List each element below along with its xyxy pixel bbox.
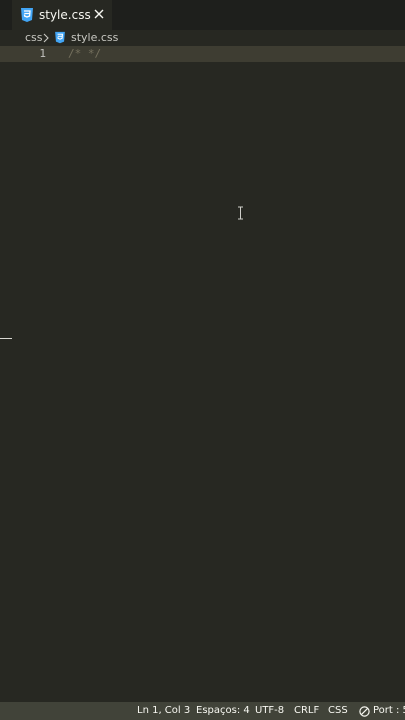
css3-icon	[21, 8, 33, 22]
tab-bar: style.css	[0, 0, 405, 30]
text-cursor-icon	[238, 206, 243, 220]
status-cursor-position[interactable]: Ln 1, Col 3	[137, 702, 190, 720]
status-port[interactable]: Port : 5	[359, 702, 405, 720]
tab-style-css[interactable]: style.css	[12, 0, 112, 30]
tab-label: style.css	[39, 8, 91, 22]
status-language[interactable]: CSS	[328, 702, 348, 720]
status-indentation[interactable]: Espaços: 4	[196, 702, 250, 720]
status-line-ending[interactable]: CRLF	[294, 702, 319, 720]
code-editor[interactable]: 1 /* */	[0, 46, 405, 702]
editor-window: style.css css style.css 1 /* */ Ln 1, Co…	[0, 0, 405, 720]
chevron-right-icon	[43, 33, 49, 43]
close-icon[interactable]	[92, 7, 106, 21]
status-port-label: Port : 5	[373, 705, 405, 716]
no-entry-icon	[359, 705, 370, 717]
current-line-highlight	[0, 46, 405, 62]
code-line[interactable]: /* */	[68, 46, 101, 62]
breadcrumb-file[interactable]: style.css	[71, 30, 118, 46]
breadcrumb: css style.css	[0, 30, 405, 46]
breadcrumb-folder[interactable]: css	[25, 30, 43, 46]
scroll-marker	[0, 338, 12, 339]
status-encoding[interactable]: UTF-8	[255, 702, 284, 720]
css3-icon	[55, 31, 65, 44]
line-number: 1	[39, 47, 46, 60]
status-bar: Ln 1, Col 3 Espaços: 4 UTF-8 CRLF CSS Po…	[0, 702, 405, 720]
